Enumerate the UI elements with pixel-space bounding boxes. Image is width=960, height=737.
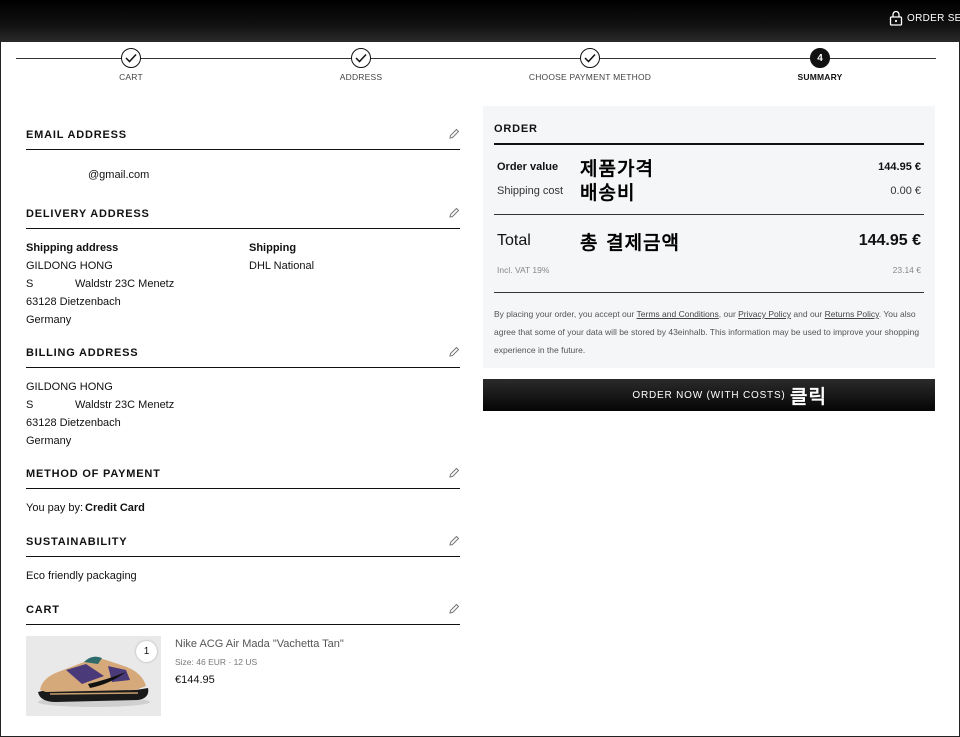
step-label: ADDRESS [339,72,383,82]
check-icon [580,48,600,68]
email-section-header: EMAIL ADDRESS [26,126,460,150]
click-annotation: 클릭 [790,386,827,408]
shipping-cost-label: Shipping cost [497,185,564,197]
total-annotation: 총 결제금액 [580,232,681,254]
product-size: Size: 46 EUR · 12 US [175,657,258,667]
order-title: ORDER [494,123,538,135]
shipping-cost: 0.00 € [890,185,921,197]
quantity-badge: 1 [136,641,157,662]
section-title: DELIVERY ADDRESS [26,208,150,220]
vat-value: 23.14 € [892,265,921,275]
billing-section-header: BILLING ADDRESS [26,344,460,368]
order-divider [494,143,924,145]
step-label: SUMMARY [797,72,843,82]
step-cart[interactable]: CART [51,48,211,82]
order-divider [494,214,924,215]
billing-country: Germany [26,435,72,447]
billing-city: 63128 Dietzenbach [26,417,121,429]
email-value: @gmail.com [88,169,150,181]
step-label: CHOOSE PAYMENT METHOD [528,72,652,82]
order-secure: ORDER SEC [889,10,960,26]
order-secure-label: ORDER SEC [907,12,960,24]
pencil-icon[interactable] [448,603,460,615]
section-title: METHOD OF PAYMENT [26,468,161,480]
delivery-city: 63128 Dietzenbach [26,296,121,308]
delivery-street-prefix: S [26,278,34,290]
billing-name: GILDONG HONG [26,381,113,393]
order-summary-panel: ORDER Order value 제품가격 144.95 € Shipping… [483,106,935,368]
order-value-label: Order value [497,161,559,173]
payment-method: Credit Card [85,502,145,514]
pencil-icon[interactable] [448,535,460,547]
lock-icon [889,10,903,26]
section-title: BILLING ADDRESS [26,347,139,359]
order-value: 144.95 € [878,161,921,173]
check-icon [121,48,141,68]
section-title: CART [26,604,60,616]
vat-label: Incl. VAT 19% [497,265,550,275]
payment-section-header: METHOD OF PAYMENT [26,465,460,489]
pencil-icon[interactable] [448,346,460,358]
shipping-method: DHL National [249,260,315,272]
delivery-country: Germany [26,314,72,326]
order-now-button[interactable]: ORDER NOW (WITH COSTS) [483,379,935,411]
shipping-address-label: Shipping address [26,242,119,254]
delivery-street: Waldstr 23C Menetz [75,278,175,290]
top-bar: ORDER SEC [0,0,960,42]
billing-street: Waldstr 23C Menetz [75,399,175,411]
privacy-link[interactable]: Privacy Policy [738,309,791,319]
product-name[interactable]: Nike ACG Air Mada "Vachetta Tan" [175,638,344,650]
total-value: 144.95 € [858,232,921,249]
pencil-icon[interactable] [448,207,460,219]
product-price: €144.95 [175,674,215,686]
step-payment-method[interactable]: CHOOSE PAYMENT METHOD [510,48,670,82]
step-number: 4 [810,48,830,68]
pencil-icon[interactable] [448,128,460,140]
order-now-label: ORDER NOW (WITH COSTS) [632,389,786,401]
terms-link[interactable]: Terms and Conditions [637,309,719,319]
delivery-section-header: DELIVERY ADDRESS [26,205,460,229]
shipping-label: Shipping [249,242,297,254]
sustainability-value: Eco friendly packaging [26,570,137,582]
section-title: SUSTAINABILITY [26,536,128,548]
returns-link[interactable]: Returns Policy [825,309,879,319]
sustainability-section-header: SUSTAINABILITY [26,533,460,557]
order-value-annotation: 제품가격 [580,158,654,180]
step-label: CART [119,72,143,82]
payment-prefix: You pay by: [26,502,84,514]
check-icon [351,48,371,68]
shipping-cost-annotation: 배송비 [580,182,636,204]
cart-section-header: CART [26,601,460,625]
section-title: EMAIL ADDRESS [26,129,127,141]
step-summary: 4 SUMMARY [740,48,900,82]
billing-street-prefix: S [26,399,34,411]
pencil-icon[interactable] [448,467,460,479]
total-label: Total [497,232,531,249]
order-divider [494,292,924,293]
step-address[interactable]: ADDRESS [281,48,441,82]
legal-notice: By placing your order, you accept our Te… [494,309,920,355]
delivery-name: GILDONG HONG [26,260,113,272]
